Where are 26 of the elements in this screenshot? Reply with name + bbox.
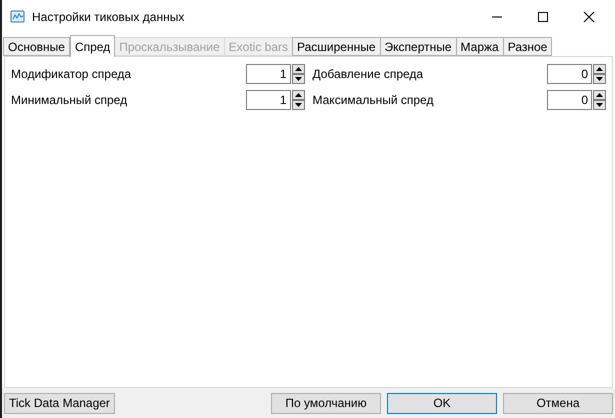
- app-icon: [10, 9, 26, 25]
- number-field[interactable]: 0: [547, 64, 592, 84]
- tab[interactable]: Основные: [3, 37, 70, 56]
- dialog-button[interactable]: Отмена: [503, 392, 613, 414]
- maximize-icon[interactable]: [537, 11, 549, 23]
- tab[interactable]: Расширенные: [292, 37, 381, 56]
- spin-buttons-icon[interactable]: [593, 90, 606, 110]
- field-label: Максимальный спред: [312, 92, 434, 109]
- field-label: Модификатор спреда: [11, 66, 132, 83]
- tab[interactable]: Разное: [502, 37, 552, 56]
- dialog-button[interactable]: Tick Data Manager: [4, 392, 115, 414]
- field-label: Добавление спреда: [312, 66, 424, 83]
- spin-buttons-icon[interactable]: [292, 90, 304, 110]
- number-field[interactable]: 1: [246, 64, 290, 84]
- number-field[interactable]: 0: [547, 90, 592, 110]
- close-icon[interactable]: [583, 11, 595, 23]
- dialog-button[interactable]: OK: [387, 392, 497, 414]
- tab[interactable]: Маржа: [456, 37, 504, 56]
- tab[interactable]: Спред: [70, 35, 116, 57]
- window-title: Настройки тиковых данных: [32, 9, 184, 26]
- spin-buttons-icon[interactable]: [593, 64, 606, 84]
- spin-buttons-icon[interactable]: [292, 64, 304, 84]
- tab[interactable]: Экспертные: [380, 37, 457, 56]
- number-field[interactable]: 1: [246, 90, 290, 110]
- dialog-button[interactable]: По умолчанию: [271, 392, 381, 414]
- field-label: Минимальный спред: [11, 92, 128, 109]
